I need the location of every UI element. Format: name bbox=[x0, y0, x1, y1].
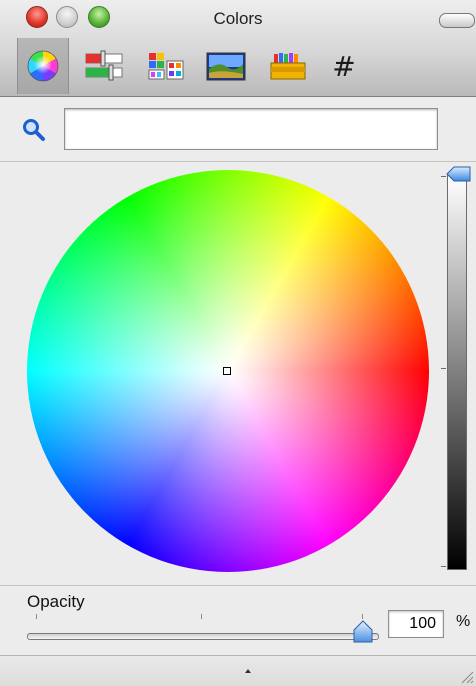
tab-color-wheel[interactable] bbox=[17, 38, 69, 94]
tab-crayons[interactable] bbox=[262, 38, 314, 94]
opacity-slider-track[interactable] bbox=[27, 633, 379, 640]
color-wheel-cursor[interactable] bbox=[223, 367, 231, 375]
window-title: Colors bbox=[213, 9, 263, 28]
color-sliders-icon bbox=[85, 50, 123, 81]
crayons-icon bbox=[270, 53, 306, 80]
opacity-unit: % bbox=[456, 613, 471, 630]
brightness-slider-track[interactable] bbox=[447, 175, 467, 570]
brightness-tick-bottom bbox=[441, 566, 446, 567]
colors-window: Colors # Opacity 100 % bbox=[0, 0, 476, 686]
magnifier-icon[interactable] bbox=[22, 118, 46, 142]
search-divider bbox=[0, 161, 476, 162]
tab-color-sliders[interactable] bbox=[78, 38, 130, 94]
color-wheel-icon bbox=[27, 50, 59, 82]
title-toolbar-bar: Colors # bbox=[0, 0, 476, 97]
tab-hex-entry[interactable]: # bbox=[318, 38, 370, 94]
opacity-label: Opacity bbox=[27, 592, 85, 611]
opacity-value-field[interactable] bbox=[388, 610, 444, 638]
bottom-bar bbox=[0, 655, 476, 686]
tab-image-palettes[interactable] bbox=[200, 38, 252, 94]
opacity-tick-end bbox=[362, 614, 363, 619]
opacity-tick-middle bbox=[201, 614, 202, 619]
color-palettes-icon bbox=[148, 53, 184, 80]
opacity-divider bbox=[0, 585, 476, 586]
image-palettes-icon bbox=[206, 52, 246, 81]
brightness-slider-knob[interactable] bbox=[446, 165, 472, 183]
search-input[interactable] bbox=[64, 108, 438, 150]
hash-icon: # bbox=[332, 49, 356, 83]
opacity-slider-knob[interactable] bbox=[352, 620, 374, 644]
tab-color-palettes[interactable] bbox=[140, 38, 192, 94]
opacity-tick-start bbox=[36, 614, 37, 619]
resize-grip-icon[interactable] bbox=[456, 666, 474, 684]
toolbar-toggle-button[interactable] bbox=[439, 13, 475, 28]
swatch-drawer-handle-icon[interactable] bbox=[244, 668, 252, 674]
brightness-tick-middle bbox=[441, 368, 446, 369]
